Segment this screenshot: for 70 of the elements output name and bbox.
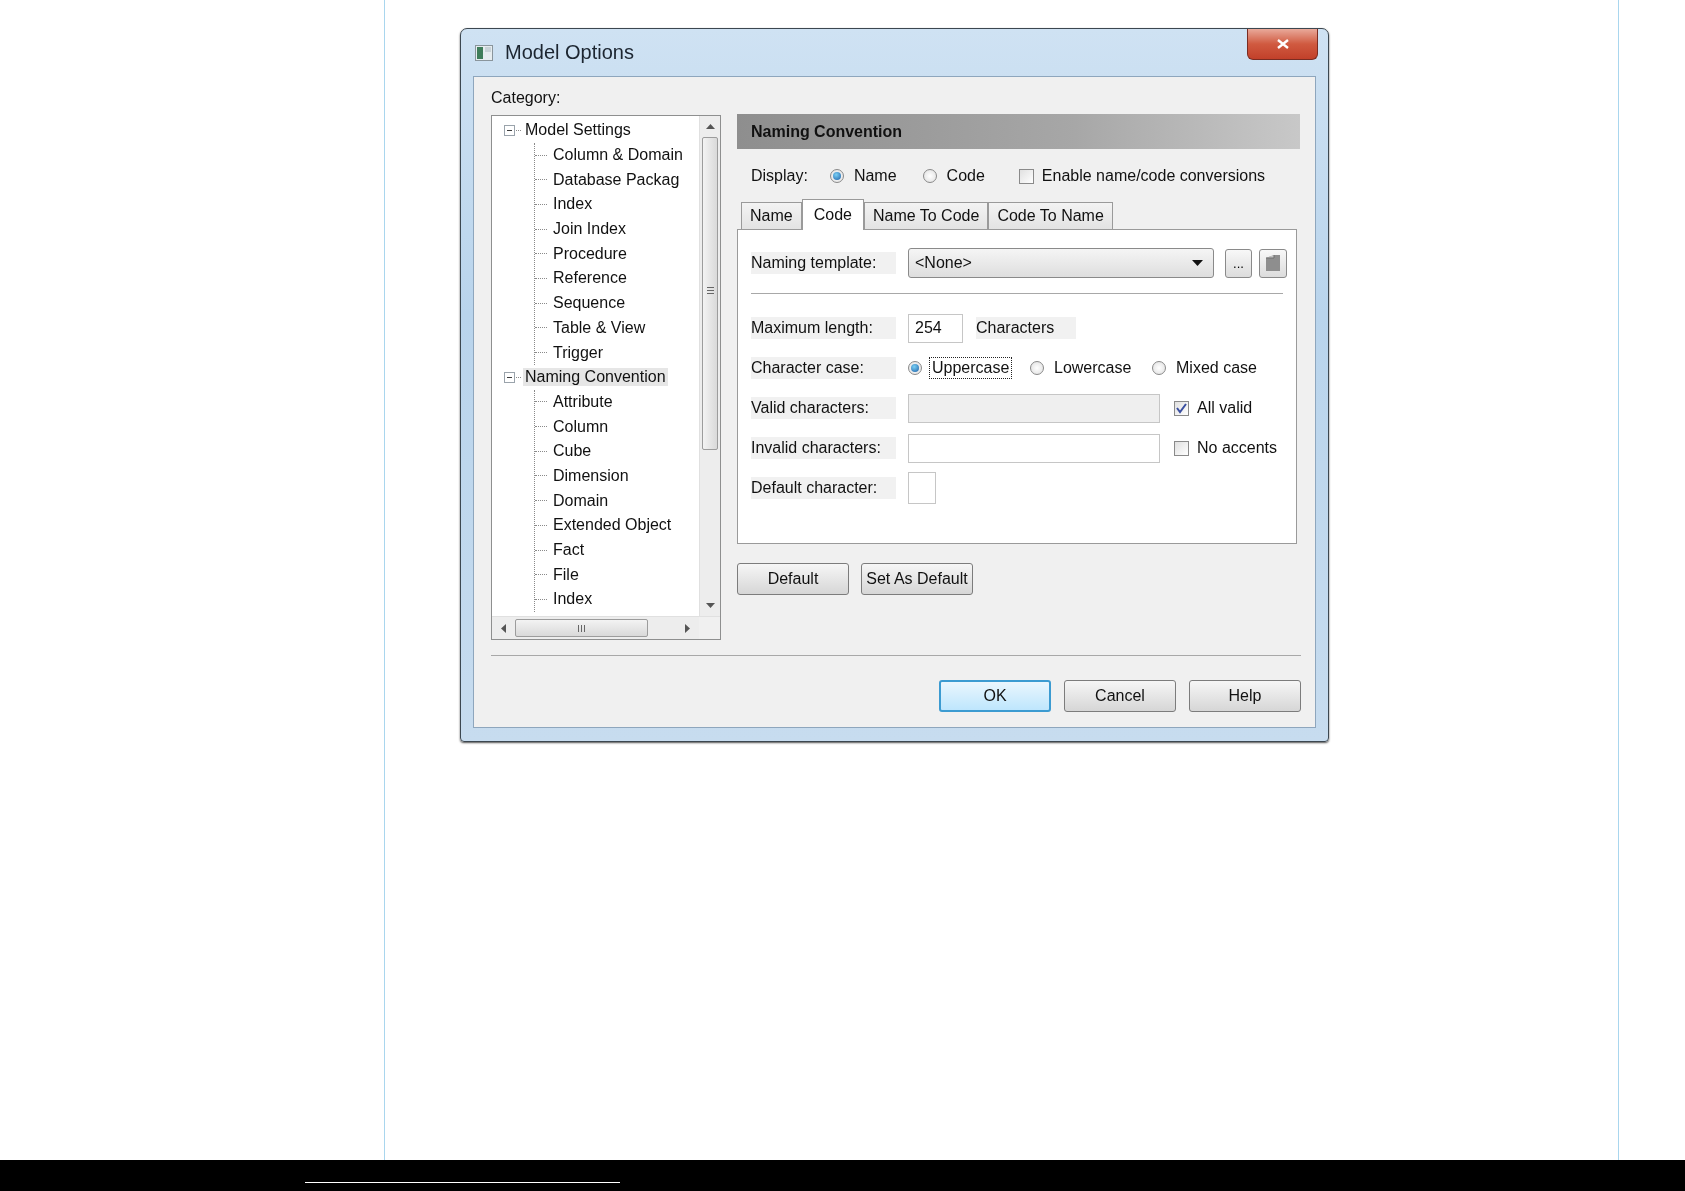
tree-item[interactable]: Dimension: [551, 466, 631, 485]
collapse-toggle-icon[interactable]: [504, 371, 515, 383]
checkbox-label[interactable]: No accents: [1195, 438, 1280, 458]
document-icon: [1265, 254, 1282, 272]
checkbox[interactable]: [1018, 168, 1034, 184]
radio-label[interactable]: Lowercase: [1052, 358, 1134, 378]
tree-item[interactable]: Domain: [551, 491, 611, 510]
scrollbar-thumb[interactable]: [702, 137, 718, 450]
tree-item[interactable]: Sequence: [551, 294, 628, 313]
unit-label: Characters: [976, 317, 1077, 339]
close-icon: [1276, 39, 1289, 49]
window-icon: [475, 44, 493, 61]
vertical-scrollbar[interactable]: [699, 116, 720, 616]
radio-label[interactable]: Mixed case: [1174, 358, 1259, 378]
tree-item[interactable]: Reference: [551, 269, 629, 288]
scroll-right-arrow-icon[interactable]: [685, 623, 690, 633]
checkmark-icon: [1176, 402, 1187, 414]
radio-button[interactable]: [922, 169, 937, 183]
naming-template-dropdown[interactable]: <None>: [908, 248, 1214, 278]
caret-icon: [1191, 260, 1203, 266]
radio-button[interactable]: [1152, 361, 1166, 375]
close-button[interactable]: [1247, 29, 1318, 60]
tree-item[interactable]: Column & Domain: [551, 146, 685, 165]
properties-button[interactable]: [1259, 248, 1287, 278]
tree-item[interactable]: Cube: [551, 442, 594, 461]
tree-item[interactable]: Attribute: [551, 392, 615, 411]
browse-button[interactable]: ...: [1224, 248, 1253, 278]
text-field[interactable]: [908, 433, 1160, 463]
tab[interactable]: Code: [801, 199, 864, 230]
horizontal-scrollbar[interactable]: [492, 616, 720, 639]
scroll-left-arrow-icon[interactable]: [501, 623, 506, 633]
button[interactable]: Help: [1189, 680, 1301, 712]
radio-label[interactable]: Name: [851, 166, 899, 186]
button[interactable]: Set As Default: [861, 563, 973, 595]
radio-button[interactable]: [1030, 361, 1044, 375]
tab[interactable]: Code To Name: [988, 202, 1113, 229]
tree-item[interactable]: File: [551, 565, 581, 584]
tab[interactable]: Name: [741, 202, 802, 229]
radio-button[interactable]: [908, 361, 922, 375]
tree-item[interactable]: Procedure: [551, 244, 629, 263]
default-character-field[interactable]: [908, 472, 936, 504]
maximum-length-field[interactable]: 254: [908, 313, 963, 343]
button[interactable]: Cancel: [1064, 680, 1176, 712]
radio-button[interactable]: [829, 169, 844, 183]
tree-item[interactable]: Join Index: [551, 220, 628, 239]
scrollbar-thumb[interactable]: [515, 619, 648, 637]
tree-item[interactable]: Column: [551, 417, 611, 436]
tree-item[interactable]: Index: [551, 195, 595, 214]
window-title: Model Options: [505, 41, 634, 64]
tree-item[interactable]: Extended Object: [551, 516, 674, 535]
radio-label[interactable]: Code: [944, 166, 987, 186]
category-label: Category:: [491, 88, 562, 108]
scroll-up-arrow-icon[interactable]: [705, 124, 715, 129]
tree-item[interactable]: Fact: [551, 541, 587, 560]
tree-item[interactable]: Trigger: [551, 343, 606, 362]
display-label: Display:: [751, 167, 808, 185]
tree-item[interactable]: Database Packag: [551, 170, 682, 189]
tree-item[interactable]: Model Settings: [523, 121, 633, 140]
tree-item[interactable]: Index: [551, 590, 595, 609]
tree-item[interactable]: Table & View: [551, 318, 648, 337]
button[interactable]: Default: [737, 563, 849, 595]
checkbox[interactable]: [1174, 440, 1189, 456]
scroll-down-arrow-icon[interactable]: [705, 603, 715, 608]
checkbox-label[interactable]: Enable name/code conversions: [1039, 166, 1268, 186]
button[interactable]: OK: [939, 680, 1051, 712]
radio-label[interactable]: Uppercase: [930, 358, 1012, 378]
section-header: Naming Convention: [737, 114, 1300, 149]
tree-item[interactable]: Naming Convention: [523, 368, 668, 387]
tab[interactable]: Name To Code: [863, 202, 989, 229]
collapse-toggle-icon[interactable]: [504, 124, 515, 136]
